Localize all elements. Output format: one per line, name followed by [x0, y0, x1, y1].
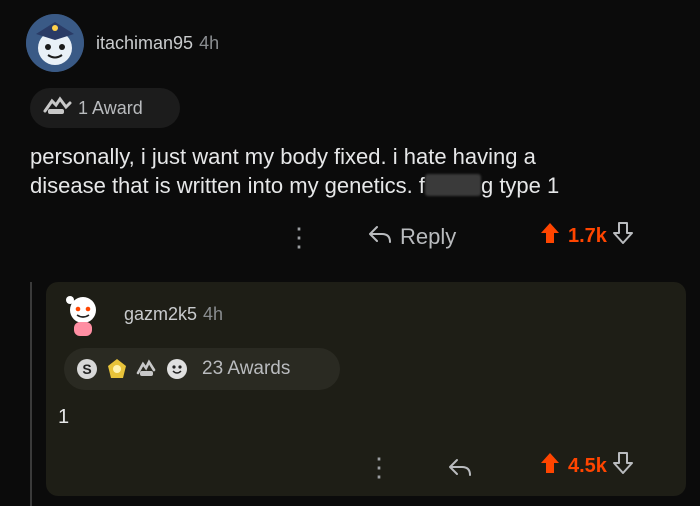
comment-line-1: personally, i just want my body fixed. i…: [30, 144, 536, 169]
svg-text:S: S: [82, 361, 91, 377]
hands-award-icon: [42, 95, 72, 122]
avatar-icon[interactable]: [26, 14, 84, 72]
snoo-avatar-icon[interactable]: [62, 290, 104, 338]
reply-username[interactable]: gazm2k5 4h: [124, 304, 223, 325]
reply-icon[interactable]: [448, 452, 472, 482]
downvote-icon[interactable]: [612, 452, 633, 480]
downvote-icon[interactable]: [612, 222, 633, 250]
vote-bar: 1.7k: [540, 222, 633, 250]
line2-end: g type 1: [480, 173, 560, 198]
comment-line-2: disease that is written into my genetics…: [30, 171, 670, 200]
silver-award-icon: S: [76, 358, 98, 380]
comment-score: 1.7k: [568, 224, 607, 247]
reply-vote-bar: 4.5k: [540, 452, 633, 480]
thread-line[interactable]: [30, 282, 32, 506]
upvote-icon[interactable]: [540, 222, 560, 250]
comment-age: 4h: [199, 33, 220, 53]
hands-award-icon: [136, 358, 158, 380]
awards-label: 23 Awards: [202, 358, 291, 379]
reply-score: 4.5k: [568, 454, 607, 477]
award-pill[interactable]: 1 Award: [30, 88, 180, 128]
reply-username-text[interactable]: gazm2k5: [124, 304, 197, 324]
reply-age: 4h: [203, 304, 224, 324]
wholesome-award-icon: [166, 358, 188, 380]
more-options-icon[interactable]: ⋮: [366, 452, 392, 482]
upvote-icon[interactable]: [540, 452, 560, 480]
comment-username[interactable]: itachiman95 4h: [96, 33, 219, 54]
reply-body: 1: [58, 406, 70, 428]
username-text[interactable]: itachiman95: [96, 33, 193, 53]
reply-icon: [368, 224, 400, 250]
comment: itachiman95 4h 1 Award personally, i just…: [0, 0, 700, 275]
reply-button[interactable]: Reply: [368, 222, 456, 252]
gold-award-icon: [106, 358, 128, 380]
reply-label: Reply: [400, 224, 457, 249]
line2-start: disease that is written into my genetics…: [30, 173, 425, 198]
comment-body: personally, i just want my body fixed. i…: [30, 142, 670, 200]
award-label: 1 Award: [78, 97, 143, 118]
awards-pill[interactable]: S 23 Awards: [64, 348, 340, 390]
censor-block: [424, 174, 481, 196]
more-options-icon[interactable]: ⋮: [286, 222, 312, 252]
